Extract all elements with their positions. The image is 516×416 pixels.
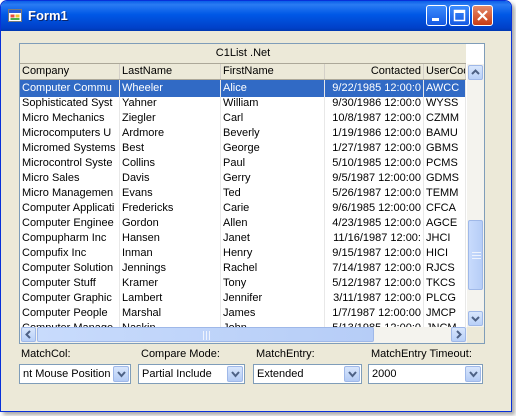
matchentry-timeout-value: 2000	[372, 368, 397, 380]
cell-usercode[interactable]: JNCM	[424, 320, 466, 327]
matchcol-value: nt Mouse Position	[23, 368, 111, 380]
form1-window: Form1 C1List .Net Company LastName First…	[0, 0, 512, 412]
horizontal-scrollbar[interactable]	[20, 327, 467, 343]
scrollbar-corner	[467, 327, 484, 343]
scroll-down-button[interactable]	[468, 311, 483, 326]
chevron-down-icon	[469, 371, 478, 378]
vertical-scroll-thumb[interactable]	[468, 220, 483, 290]
chevron-down-icon	[231, 371, 240, 378]
chevron-down-icon	[348, 371, 357, 378]
compare-mode-value: Partial Include	[142, 368, 212, 380]
column-header-company[interactable]: Company	[20, 64, 120, 79]
column-header-firstname[interactable]: FirstName	[221, 64, 325, 79]
vertical-scrollbar[interactable]	[467, 64, 484, 327]
scroll-right-button[interactable]	[451, 327, 466, 342]
column-header-row: Company LastName FirstName Contacted Use…	[20, 64, 466, 80]
matchentry-value: Extended	[257, 368, 304, 380]
grid-rows: Computer Commu Wheeler Alice 9/22/1985 12:0…	[20, 80, 466, 327]
chevron-left-icon	[25, 330, 31, 339]
chevron-right-icon	[456, 330, 462, 339]
matchentry-dropdown-button[interactable]	[344, 366, 360, 382]
c1list-grid[interactable]: C1List .Net Company LastName FirstName C…	[19, 43, 485, 344]
maximize-button[interactable]	[449, 5, 470, 26]
grid-caption: C1List .Net	[20, 44, 466, 64]
app-form-icon	[8, 9, 22, 22]
matchcol-label: MatchCol:	[21, 348, 71, 360]
compare-mode-dropdown[interactable]: Partial Include	[138, 364, 245, 384]
compare-mode-label: Compare Mode:	[141, 348, 220, 360]
minimize-icon	[432, 18, 439, 21]
column-header-usercode[interactable]: UserCode	[424, 64, 466, 79]
matchentry-dropdown[interactable]: Extended	[253, 364, 362, 384]
chevron-down-icon	[471, 316, 480, 322]
cell-lastname[interactable]: Naskin	[120, 320, 221, 327]
scroll-up-button[interactable]	[468, 65, 483, 80]
chevron-up-icon	[471, 69, 480, 75]
maximize-icon	[453, 9, 466, 22]
matchentry-label: MatchEntry:	[256, 348, 315, 360]
column-header-contacted[interactable]: Contacted	[325, 64, 424, 79]
title-bar[interactable]: Form1	[1, 1, 511, 31]
column-header-lastname[interactable]: LastName	[120, 64, 221, 79]
minimize-button[interactable]	[426, 5, 447, 26]
table-row[interactable]: Computer ManageNaskinJohn5/13/1985 12:00…	[20, 320, 466, 327]
grip-icon	[203, 331, 210, 340]
close-icon	[477, 10, 488, 21]
chevron-down-icon	[117, 371, 126, 378]
matchentry-timeout-label: MatchEntry Timeout:	[371, 348, 472, 360]
window-title: Form1	[28, 8, 68, 23]
close-button[interactable]	[472, 5, 493, 26]
matchentry-timeout-dropdown-button[interactable]	[465, 366, 481, 382]
cell-contacted[interactable]: 5/13/1985 12:00:0	[325, 320, 424, 327]
cell-company[interactable]: Computer Manage	[20, 320, 120, 327]
compare-mode-dropdown-button[interactable]	[227, 366, 243, 382]
scroll-left-button[interactable]	[21, 327, 36, 342]
matchcol-dropdown-button[interactable]	[113, 366, 129, 382]
horizontal-scroll-thumb[interactable]	[37, 327, 374, 342]
matchcol-dropdown[interactable]: nt Mouse Position	[19, 364, 131, 384]
matchentry-timeout-dropdown[interactable]: 2000	[368, 364, 483, 384]
cell-firstname[interactable]: John	[221, 320, 325, 327]
grip-icon	[472, 252, 481, 259]
